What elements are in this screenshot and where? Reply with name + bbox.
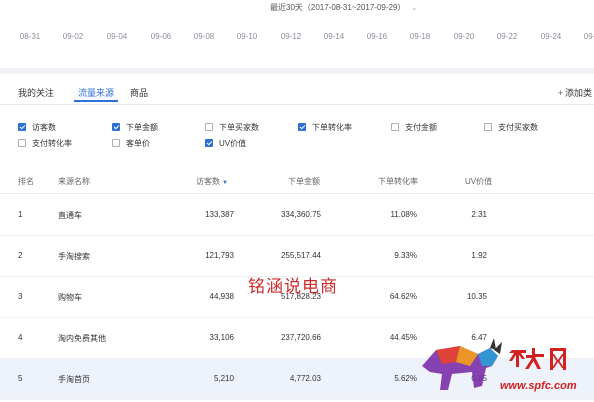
metric-pay-amount[interactable]: 支付金额 [391,121,437,133]
cell-conversion: 44.45% [389,333,417,342]
axis-tick: 09-24 [540,32,562,41]
axis-tick: 09-12 [280,32,302,41]
metric-label: 客单价 [126,138,150,148]
metric-label: 访客数 [32,122,56,132]
axis-tick: 09-08 [193,32,215,41]
watermark-url: www.spfc.com [500,380,577,392]
metric-label: UV价值 [219,138,247,148]
axis-tick: 08-31 [19,32,41,41]
cell-uv-value: 2.31 [471,210,487,219]
table-row[interactable]: 2 手淘搜索 121,793 255,517.44 9.33% 1.92 [0,236,594,277]
axis-tick: 09-04 [106,32,128,41]
metric-label: 下单买家数 [219,122,259,132]
cell-rank: 4 [18,333,23,342]
cell-conversion: 9.33% [394,251,417,260]
date-range-select[interactable]: 最近30天（2017-08-31~2017-09-29） ⌄ [270,2,417,13]
axis-tick: 09-06 [150,32,172,41]
checkbox[interactable] [112,139,120,147]
axis-tick: 09-02 [62,32,84,41]
tab-traffic-source[interactable]: 流量来源 [78,86,114,99]
cell-order-amount: 255,517.44 [280,251,321,260]
tabs-divider [0,104,594,105]
cell-order-amount: 4,772.03 [289,374,321,383]
axis-tick: 09-26 [583,32,594,41]
tab-my-focus[interactable]: 我的关注 [18,86,54,99]
metric-label: 下单金额 [126,122,158,132]
date-range-label: 最近30天（2017-08-31~2017-09-29） [270,3,406,12]
axis-tick: 09-18 [409,32,431,41]
cell-visitors: 33,106 [209,333,234,342]
metric-label: 支付金额 [405,122,437,132]
cell-uv-value: 1.92 [471,251,487,260]
sort-down-icon[interactable]: ▼ [222,180,228,186]
cell-visitors: 44,938 [209,292,234,301]
cell-source[interactable]: 手淘搜索 [58,251,90,262]
column-visitors[interactable]: 访客数 ▼ [196,176,228,187]
cell-rank: 5 [18,374,23,383]
metric-label: 下单转化率 [312,122,352,132]
checkbox[interactable] [18,123,26,131]
axis-tick: 09-22 [496,32,518,41]
cell-source[interactable]: 购物车 [58,292,82,303]
checkbox[interactable] [391,123,399,131]
cell-source[interactable]: 手淘首页 [58,374,90,385]
chart-panel: 最近30天（2017-08-31~2017-09-29） ⌄ 08-31 09-0… [0,0,594,70]
axis-tick: 09-14 [323,32,345,41]
metric-order-amount[interactable]: 下单金额 [112,121,158,133]
chevron-down-icon: ⌄ [411,5,418,12]
cell-order-amount: 334,360.75 [280,210,321,219]
active-tab-indicator [74,100,118,102]
cell-source[interactable]: 直通车 [58,210,82,221]
checkbox[interactable] [484,123,492,131]
checkbox[interactable] [205,139,213,147]
column-rank: 排名 [18,177,34,186]
section-divider [0,68,594,74]
table-header: 排名 来源名称 访客数 ▼ 下单金额 下单转化率 UV价值 [0,170,594,194]
column-order-amount[interactable]: 下单金额 [288,176,320,187]
metric-visitors[interactable]: 访客数 [18,121,56,133]
metric-label: 支付买家数 [498,122,538,132]
metric-pay-conversion[interactable]: 支付转化率 [18,137,72,149]
cell-conversion: 11.08% [390,210,417,219]
axis-tick: 09-16 [366,32,388,41]
metric-label: 支付转化率 [32,138,72,148]
cell-conversion: 5.62% [394,374,417,383]
plus-icon: + [557,88,563,98]
checkbox[interactable] [112,123,120,131]
cell-source[interactable]: 淘内免费其他 [58,333,106,344]
metric-order-buyers[interactable]: 下单买家数 [205,121,259,133]
axis-tick: 09-10 [236,32,258,41]
cell-rank: 3 [18,292,23,301]
checkbox[interactable] [298,123,306,131]
cell-rank: 2 [18,251,23,260]
metric-uv-value[interactable]: UV价值 [205,137,246,149]
column-uv-value[interactable]: UV价值 [465,176,492,187]
cell-visitors: 121,793 [205,251,234,260]
metric-pay-buyers[interactable]: 支付买家数 [484,121,538,133]
cell-rank: 1 [18,210,23,219]
cell-uv-value: 10.35 [466,292,487,301]
watermark-text: 铭涵说电商 [248,277,338,297]
cell-visitors: 5,210 [213,374,234,383]
axis-tick: 09-20 [453,32,475,41]
checkbox[interactable] [18,139,26,147]
metric-order-conversion[interactable]: 下单转化率 [298,121,352,133]
tab-products[interactable]: 商品 [130,86,148,99]
cell-visitors: 133,387 [205,210,234,219]
x-axis: 08-31 09-02 09-04 09-06 09-08 09-10 09-1… [0,32,594,46]
column-visitors-label: 访客数 [196,177,220,186]
cell-order-amount: 237,720.66 [280,333,321,342]
add-category-label: 添加类 [564,88,592,98]
metric-avg-order[interactable]: 客单价 [112,137,150,149]
column-source: 来源名称 [58,177,90,186]
table-row[interactable]: 1 直通车 133,387 334,360.75 11.08% 2.31 [0,195,594,236]
checkbox[interactable] [205,123,213,131]
column-order-conversion[interactable]: 下单转化率 [378,176,418,187]
add-category-link[interactable]: + 添加类 [558,86,592,99]
cell-conversion: 64.62% [389,292,417,301]
